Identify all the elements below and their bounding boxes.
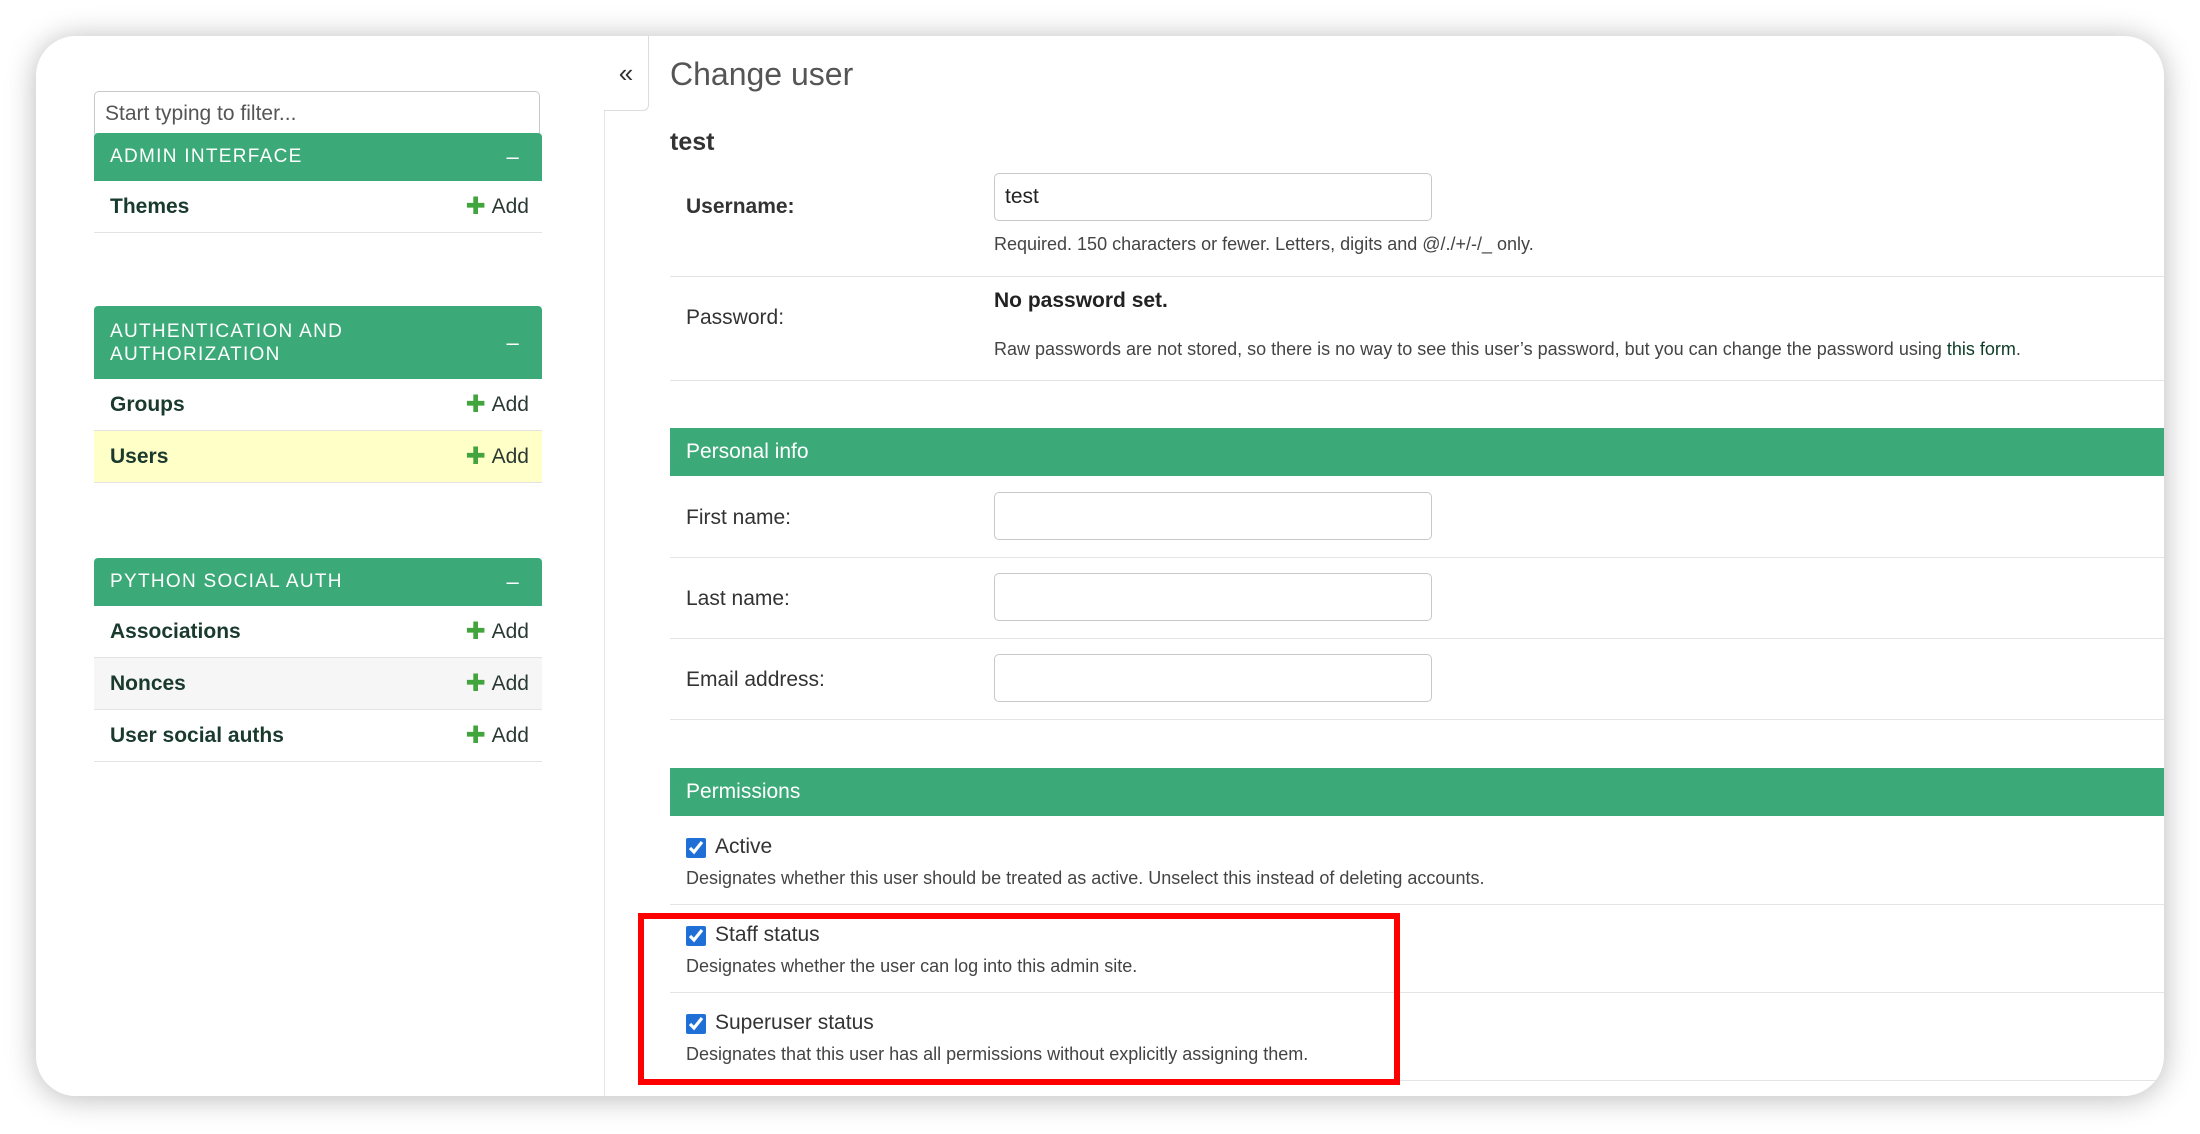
plus-icon: ✚	[465, 721, 486, 749]
module-authentication: AUTHENTICATION AND AUTHORIZATION – Group…	[94, 306, 542, 483]
change-password-link[interactable]: this form	[1947, 339, 2016, 359]
active-row: Active Designates whether this user shou…	[670, 816, 2164, 905]
add-label: Add	[491, 392, 529, 416]
sidebar-item-label[interactable]: Groups	[110, 393, 185, 417]
module-header: AUTHENTICATION AND AUTHORIZATION –	[94, 306, 542, 379]
collapse-module-icon[interactable]: –	[506, 571, 520, 593]
email-field[interactable]	[994, 654, 1432, 702]
email-row: Email address:	[670, 638, 2164, 720]
active-help: Designates whether this user should be t…	[686, 868, 1485, 888]
sidebar-item-label[interactable]: Associations	[110, 620, 241, 644]
plus-icon: ✚	[465, 390, 486, 418]
password-status: No password set.	[994, 289, 1168, 312]
last-name-label: Last name:	[686, 587, 790, 610]
password-help-text: Raw passwords are not stored, so there i…	[994, 339, 1947, 359]
sidebar-item-themes: Themes ✚ Add	[94, 181, 542, 233]
password-row: Password: No password set. Raw passwords…	[670, 276, 2164, 381]
username-field[interactable]	[994, 173, 1432, 221]
permissions-header: Permissions	[670, 768, 2164, 816]
add-label: Add	[491, 723, 529, 747]
sidebar-item-associations: Associations ✚ Add	[94, 606, 542, 658]
collapse-sidebar-button[interactable]: «	[604, 36, 649, 111]
staff-status-row: Staff status Designates whether the user…	[670, 904, 2164, 993]
sidebar-item-users: Users ✚ Add	[94, 431, 542, 483]
add-label: Add	[491, 194, 529, 218]
plus-icon: ✚	[465, 192, 486, 220]
active-label[interactable]: Active	[715, 835, 772, 859]
first-name-row: First name:	[670, 476, 2164, 558]
password-label: Password:	[686, 306, 785, 329]
password-help: Raw passwords are not stored, so there i…	[994, 339, 2021, 360]
add-themes-link[interactable]: ✚ Add	[465, 192, 529, 220]
first-name-field[interactable]	[994, 492, 1432, 540]
plus-icon: ✚	[465, 669, 486, 697]
collapse-module-icon[interactable]: –	[506, 331, 520, 354]
sidebar-item-label[interactable]: User social auths	[110, 724, 284, 748]
add-label: Add	[491, 619, 529, 643]
module-title: AUTHENTICATION AND AUTHORIZATION	[110, 320, 344, 365]
last-name-field[interactable]	[994, 573, 1432, 621]
add-groups-link[interactable]: ✚ Add	[465, 390, 529, 418]
username-help: Required. 150 characters or fewer. Lette…	[994, 234, 1534, 254]
sidebar-item-groups: Groups ✚ Add	[94, 379, 542, 431]
username-label: Username:	[686, 195, 795, 218]
superuser-status-row: Superuser status Designates that this us…	[670, 992, 2164, 1081]
password-help-end: .	[2015, 339, 2021, 359]
superuser-status-label[interactable]: Superuser status	[715, 1011, 874, 1035]
module-title: PYTHON SOCIAL AUTH	[110, 571, 343, 592]
sidebar-item-label[interactable]: Nonces	[110, 672, 186, 696]
main-content: Change user test Username: Required. 150…	[670, 36, 2164, 1096]
browser-window: ADMIN INTERFACE – Themes ✚ Add AUTHENTIC…	[36, 36, 2164, 1096]
add-label: Add	[491, 671, 529, 695]
add-nonces-link[interactable]: ✚ Add	[465, 669, 529, 697]
add-label: Add	[491, 444, 529, 468]
staff-status-checkbox[interactable]	[686, 926, 706, 946]
superuser-status-help: Designates that this user has all permis…	[686, 1044, 1309, 1064]
add-user-social-auths-link[interactable]: ✚ Add	[465, 721, 529, 749]
first-name-label: First name:	[686, 506, 792, 529]
active-checkbox[interactable]	[686, 838, 706, 858]
module-header: PYTHON SOCIAL AUTH –	[94, 558, 542, 606]
superuser-status-checkbox[interactable]	[686, 1014, 706, 1034]
email-label: Email address:	[686, 668, 825, 691]
sidebar-item-label[interactable]: Users	[110, 445, 168, 469]
collapse-module-icon[interactable]: –	[506, 146, 520, 168]
sidebar: ADMIN INTERFACE – Themes ✚ Add AUTHENTIC…	[36, 36, 605, 1096]
plus-icon: ✚	[465, 442, 486, 470]
double-chevron-left-icon: «	[618, 57, 634, 88]
sidebar-filter-input[interactable]	[94, 91, 540, 137]
add-associations-link[interactable]: ✚ Add	[465, 617, 529, 645]
module-python-social-auth: PYTHON SOCIAL AUTH – Associations ✚ Add …	[94, 558, 542, 762]
staff-status-help: Designates whether the user can log into…	[686, 956, 1138, 976]
staff-status-label[interactable]: Staff status	[715, 923, 820, 947]
page-title: Change user	[670, 56, 854, 92]
sidebar-item-label[interactable]: Themes	[110, 195, 189, 219]
module-admin-interface: ADMIN INTERFACE – Themes ✚ Add	[94, 133, 542, 233]
username-row: Username: Required. 150 characters or fe…	[670, 173, 2164, 277]
personal-info-header: Personal info	[670, 428, 2164, 476]
object-name: test	[670, 128, 715, 156]
module-header: ADMIN INTERFACE –	[94, 133, 542, 181]
sidebar-item-user-social-auths: User social auths ✚ Add	[94, 710, 542, 762]
last-name-row: Last name:	[670, 557, 2164, 639]
add-users-link[interactable]: ✚ Add	[465, 442, 529, 470]
sidebar-item-nonces: Nonces ✚ Add	[94, 658, 542, 710]
module-title: ADMIN INTERFACE	[110, 146, 303, 167]
plus-icon: ✚	[465, 617, 486, 645]
